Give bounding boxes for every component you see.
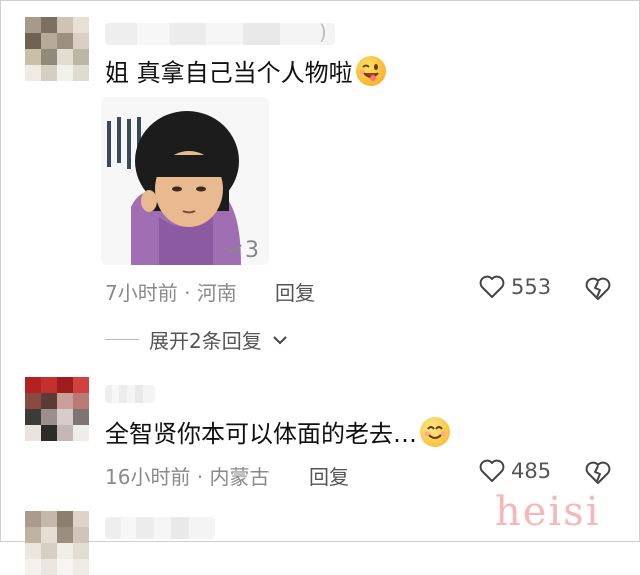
comment-body: 全智贤你本可以体面的老去… bbox=[105, 420, 417, 448]
avatar[interactable] bbox=[25, 377, 89, 441]
reply-button[interactable]: 回复 bbox=[309, 461, 349, 490]
broken-heart-icon bbox=[585, 461, 611, 484]
comment-meta: 16小时前 · 内蒙古 bbox=[105, 461, 270, 490]
svg-text:3: 3 bbox=[245, 238, 259, 263]
username-tail: ) bbox=[319, 20, 327, 44]
username-blurred[interactable] bbox=[105, 23, 335, 45]
wink-tongue-emoji bbox=[355, 56, 386, 86]
like-count: 485 bbox=[511, 459, 552, 483]
comment-time: 16小时前 bbox=[105, 465, 191, 489]
divider bbox=[105, 339, 139, 340]
like-button[interactable]: 553 bbox=[479, 275, 551, 299]
like-count: 553 bbox=[511, 275, 552, 299]
reply-button[interactable]: 回复 bbox=[275, 277, 315, 306]
username-blurred[interactable] bbox=[105, 385, 155, 403]
comment-list: ) 姐 真拿自己当个人物啦 3 7小时前 · 河南 回复 553 展开2条回复 … bbox=[0, 0, 640, 575]
broken-heart-icon bbox=[585, 277, 611, 300]
shocked-girl-sticker[interactable]: 3 bbox=[101, 97, 269, 265]
meta-separator: · bbox=[184, 281, 191, 305]
avatar[interactable] bbox=[25, 511, 89, 575]
username-blurred[interactable] bbox=[105, 517, 215, 539]
heart-icon bbox=[479, 275, 505, 298]
heart-icon bbox=[479, 459, 505, 482]
comment-meta: 7小时前 · 河南 bbox=[105, 277, 237, 306]
dislike-button[interactable] bbox=[585, 277, 611, 305]
comment-body: 姐 真拿自己当个人物啦 bbox=[105, 59, 353, 87]
avatar[interactable] bbox=[25, 17, 89, 81]
comment-time: 7小时前 bbox=[105, 281, 178, 305]
like-button[interactable]: 485 bbox=[479, 459, 551, 483]
meta-separator: · bbox=[196, 465, 204, 489]
chevron-down-icon bbox=[273, 335, 287, 344]
comment-text: 全智贤你本可以体面的老去… bbox=[105, 417, 450, 450]
comment-text: 姐 真拿自己当个人物啦 bbox=[105, 56, 386, 89]
expand-replies-button[interactable]: 展开2条回复 bbox=[105, 325, 288, 354]
expand-label: 展开2条回复 bbox=[149, 329, 262, 353]
watermark: heisi bbox=[495, 489, 601, 535]
comment-location: 河南 bbox=[196, 281, 237, 305]
smile-emoji bbox=[420, 417, 450, 447]
dislike-button[interactable] bbox=[585, 461, 611, 489]
comment-location: 内蒙古 bbox=[209, 465, 270, 489]
